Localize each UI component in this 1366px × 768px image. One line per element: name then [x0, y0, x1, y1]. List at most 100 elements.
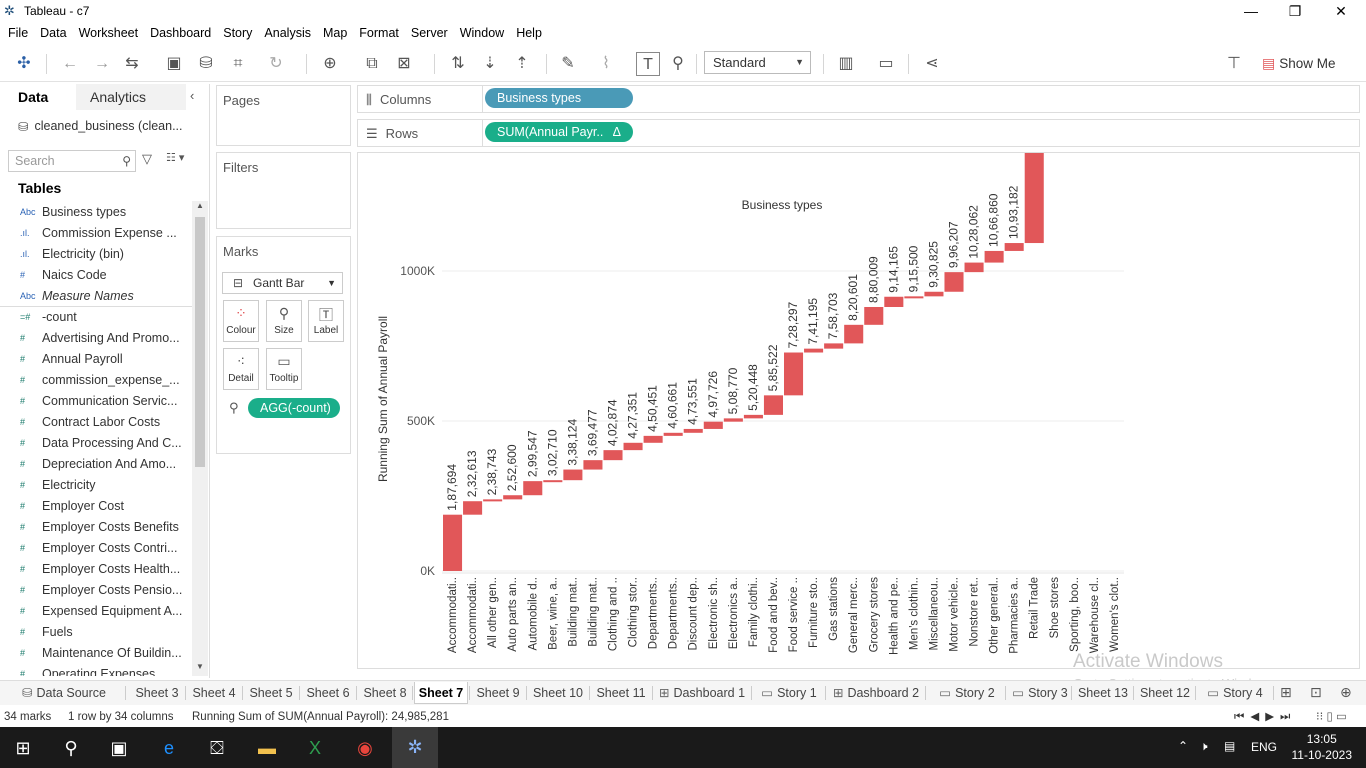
tableau-taskbar-icon[interactable]: ✲ [392, 727, 438, 768]
view-options-icon[interactable]: ☷ ▾ [166, 151, 196, 171]
field-item[interactable]: # Naics Code [0, 264, 192, 285]
show-cards-icon[interactable]: ▥ [834, 52, 858, 76]
menu-dashboard[interactable]: Dashboard [146, 26, 219, 40]
rows-pill[interactable]: SUM(Annual Payr.. Δ [485, 122, 633, 142]
excel-icon[interactable]: X [302, 735, 328, 761]
sheet-tab[interactable]: ▭ Story 4 [1198, 682, 1272, 704]
field-item[interactable]: Abc Business types [0, 201, 192, 222]
redo-icon[interactable]: → [90, 52, 114, 76]
tableau-home-icon[interactable]: ✣ [12, 52, 36, 76]
sheet-tab[interactable]: Sheet 6 [301, 682, 355, 704]
sheet-tab[interactable]: Sheet 12 [1136, 682, 1194, 704]
sheet-tab[interactable]: Sheet 5 [244, 682, 298, 704]
field-item[interactable]: # Annual Payroll [0, 348, 192, 369]
sheet-view-icons[interactable]: ⁝⁝ ▯ ▭ [1316, 707, 1347, 727]
sheet-tab[interactable]: ▭ Story 1 [754, 682, 824, 704]
field-item[interactable]: # Maintenance Of Buildin... [0, 642, 192, 663]
field-item[interactable]: # Employer Costs Contri... [0, 537, 192, 558]
menu-analysis[interactable]: Analysis [260, 26, 319, 40]
duplicate-sheet-icon[interactable]: ⧉ [360, 52, 384, 76]
chrome-icon[interactable]: ◉ [352, 735, 378, 761]
field-item[interactable]: # Depreciation And Amo... [0, 453, 192, 474]
menu-map[interactable]: Map [319, 26, 355, 40]
show-mark-labels-icon[interactable]: T [636, 52, 660, 76]
new-worksheet-icon[interactable]: ⊕ [318, 52, 342, 76]
size-button[interactable]: ⚲ Size [266, 300, 302, 342]
field-item[interactable]: =# -count [0, 306, 192, 327]
language-indicator[interactable]: ENG [1251, 740, 1277, 754]
field-item[interactable]: # Employer Costs Health... [0, 558, 192, 579]
sort-descending-icon[interactable]: ⇡ [510, 52, 534, 76]
mark-type-select[interactable]: ⊟ Gantt Bar ▼ [222, 272, 343, 294]
search-icon[interactable]: ⚲ [58, 735, 84, 761]
clear-sheet-icon[interactable]: ⊠ [392, 52, 416, 76]
sort-ascending-icon[interactable]: ⇣ [478, 52, 502, 76]
sheet-nav-icons[interactable]: ⏮◀▶⏭ [1234, 707, 1296, 727]
field-item[interactable]: # Contract Labor Costs [0, 411, 192, 432]
sheet-tab[interactable]: Sheet 10 [528, 682, 588, 704]
show-me-button[interactable]: ▤ Show Me [1262, 52, 1336, 74]
new-datasource-icon[interactable]: ⛁ [194, 52, 218, 76]
menu-file[interactable]: File [4, 26, 36, 40]
volume-icon[interactable]: 🕨 [1200, 739, 1208, 754]
presentation-mode-icon[interactable]: ▭ [874, 52, 898, 76]
field-item[interactable]: # Data Processing And C... [0, 432, 192, 453]
highlight-icon[interactable]: ✎ [556, 52, 580, 76]
sheet-tab[interactable]: ⛁ Data Source [4, 682, 124, 704]
colour-button[interactable]: ⁘ Colour [223, 300, 259, 342]
menu-format[interactable]: Format [355, 26, 407, 40]
edge-icon[interactable]: e [156, 735, 182, 761]
filters-card[interactable]: Filters [216, 152, 351, 229]
field-item[interactable]: # commission_expense_... [0, 369, 192, 390]
task-view-icon[interactable]: ▣ [106, 735, 132, 761]
field-item[interactable]: # Fuels [0, 621, 192, 642]
sheet-tab[interactable]: ▭ Story 2 [930, 682, 1004, 704]
highlighter-icon[interactable]: ⊤ [1222, 52, 1246, 76]
filter-icon[interactable]: ▽ [142, 151, 158, 171]
marks-pill[interactable]: AGG(-count) [248, 398, 340, 418]
fit-select[interactable]: Standard ▼ [704, 51, 811, 74]
restore-button[interactable]: ❐ [1272, 0, 1318, 22]
field-item[interactable]: # Advertising And Promo... [0, 327, 192, 348]
field-item[interactable]: # Employer Costs Pensio... [0, 579, 192, 600]
windows-start-icon[interactable]: ⊞ [10, 735, 36, 761]
menu-data[interactable]: Data [36, 26, 74, 40]
clock[interactable]: 13:05 11-10-2023 [1292, 731, 1353, 763]
scroll-up-icon[interactable]: ▲ [192, 201, 208, 215]
pages-card[interactable]: Pages [216, 85, 351, 146]
field-item[interactable]: # Expensed Equipment A... [0, 600, 192, 621]
share-icon[interactable]: ⋖ [920, 52, 944, 76]
sheet-tab[interactable]: Sheet 8 [359, 682, 411, 704]
save-icon[interactable]: ▣ [162, 52, 186, 76]
columns-pill[interactable]: Business types [485, 88, 633, 108]
sheet-tab[interactable]: ⊞ Dashboard 1 [654, 682, 750, 704]
minimize-button[interactable]: — [1228, 0, 1274, 22]
scroll-down-icon[interactable]: ▼ [192, 662, 208, 676]
new-worksheet-tab-icon[interactable]: ⊕ [1340, 684, 1352, 701]
menu-window[interactable]: Window [456, 26, 512, 40]
notifications-icon[interactable]: ▤ [1224, 739, 1235, 753]
sheet-tab[interactable]: Sheet 4 [187, 682, 241, 704]
file-explorer-icon[interactable]: ▬ [254, 735, 280, 761]
field-item[interactable]: # Operating Expenses [0, 663, 192, 677]
menu-story[interactable]: Story [219, 26, 260, 40]
new-story-icon[interactable]: ⊡ [1310, 684, 1322, 701]
field-item[interactable]: Abc Measure Names [0, 285, 192, 306]
group-members-icon[interactable]: ⌇ [594, 52, 618, 76]
replay-icon[interactable]: ⇆ [120, 52, 144, 76]
sheet-tab[interactable]: ▭ Story 3 [1010, 682, 1070, 704]
label-button[interactable]: 🅃 Label [308, 300, 344, 342]
sheet-tab[interactable]: ⊞ Dashboard 2 [828, 682, 924, 704]
field-item[interactable]: # Employer Costs Benefits [0, 516, 192, 537]
field-item[interactable]: # Communication Servic... [0, 390, 192, 411]
tooltip-button[interactable]: ▭ Tooltip [266, 348, 302, 390]
field-item[interactable]: .ıl. Electricity (bin) [0, 243, 192, 264]
menu-help[interactable]: Help [512, 26, 550, 40]
field-item[interactable]: .ıl. Commission Expense ... [0, 222, 192, 243]
menu-server[interactable]: Server [407, 26, 456, 40]
store-icon[interactable]: ⛋ [204, 735, 230, 761]
collapse-pane-icon[interactable]: ‹ [190, 88, 206, 106]
sheet-tab[interactable]: Sheet 13 [1074, 682, 1132, 704]
close-button[interactable]: ✕ [1318, 0, 1364, 22]
search-input[interactable]: Search ⚲ [8, 150, 136, 172]
